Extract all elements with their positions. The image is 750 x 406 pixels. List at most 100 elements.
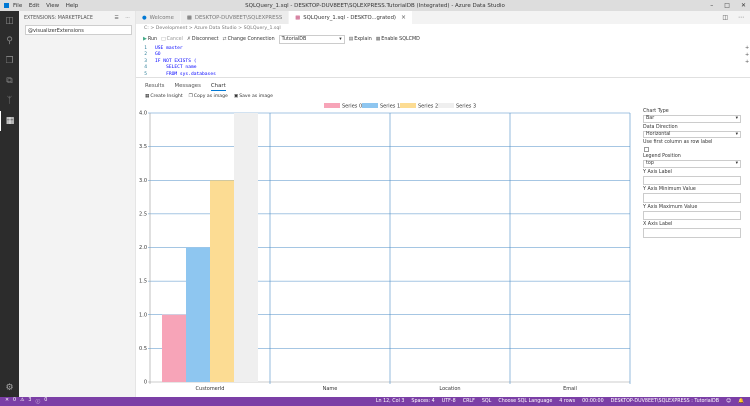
x-axis-label-input[interactable] (643, 228, 741, 238)
y-axis-label-input[interactable] (643, 175, 741, 185)
encoding[interactable]: UTF-8 (442, 399, 456, 404)
chevron-down-icon: ▾ (735, 161, 738, 167)
create-insight-button[interactable]: ▦ Create Insight (145, 94, 183, 99)
results-tabs: Results Messages Chart (136, 81, 750, 91)
code-text: FROM sys.databases (155, 71, 216, 77)
filter-list-icon[interactable]: ☰ (114, 16, 118, 21)
more-actions-icon[interactable]: ⋯ (125, 16, 130, 21)
close-icon[interactable]: ✕ (741, 2, 746, 9)
data-direction-select[interactable]: Horizontal ▾ (643, 130, 741, 138)
notifications-icon[interactable]: 🔔 (738, 399, 744, 404)
bar (162, 314, 186, 382)
language-mode[interactable]: SQL (482, 399, 492, 404)
y-tick-label: 3.5 (139, 144, 147, 150)
bar-chart: 0 0.5 1.0 1.5 2.0 2.5 3.0 3.5 4.0 CustomerId Name L… (139, 103, 631, 392)
legend-position-label: Legend Position (643, 154, 681, 159)
extensions-sidebar: EXTENSIONS: MARKETPLACE ☰ ⋯ @visualizerE… (19, 11, 136, 397)
feedback-icon[interactable]: ☺ (726, 399, 731, 404)
tab-close-icon[interactable]: × (401, 14, 406, 21)
first-column-checkbox[interactable] (644, 147, 649, 152)
menu-edit[interactable]: Edit (29, 3, 40, 9)
editor-actions: ◫ ⋯ (722, 11, 744, 24)
legend-swatch (400, 103, 416, 108)
save-as-image-button[interactable]: ▣ Save as image (234, 94, 273, 99)
menu-help[interactable]: Help (66, 3, 79, 9)
code-text: GO (155, 52, 161, 58)
query-toolbar: ▶ Run □ Cancel ✗ Disconnect ⇄ Change Connect… (136, 33, 750, 45)
sqlcmd-icon: ▦ (375, 36, 381, 42)
create-insight-label: Create Insight (150, 94, 183, 99)
run-label: Run (147, 36, 158, 42)
overview-ruler: + + + (745, 45, 749, 66)
enable-sqlcmd-button[interactable]: ▦ Enable SQLCMD (376, 37, 420, 42)
line-number: 1 (144, 45, 147, 51)
explain-label: Explain (354, 36, 372, 42)
chevron-down-icon: ▾ (339, 36, 342, 42)
explorer-icon[interactable]: ❐ (0, 51, 19, 71)
more-actions-icon[interactable]: ⋯ (738, 14, 744, 21)
x-tick-label: CustomerId (196, 386, 225, 392)
tab-chart[interactable]: Chart (210, 81, 226, 91)
tab-label: DESKTOP-DUV8EET\SQLEXPRESS (194, 14, 283, 21)
code-editor[interactable]: 1 USE master 2 GO 3 IF NOT EXISTS ( 4 SELEC… (136, 45, 750, 77)
menu-bar: File Edit View Help (13, 3, 83, 9)
legend-position-select[interactable]: top ▾ (643, 160, 741, 168)
cancel-label: Cancel (166, 36, 183, 42)
tab-sqlquery[interactable]: ▩ SQLQuery_1.sql - DESKTO...grated) × (289, 11, 414, 24)
breadcrumb[interactable]: C: > Development > Azure Data Studio > S… (136, 24, 750, 33)
extensions-icon[interactable]: ▦ (0, 111, 19, 131)
source-control-icon[interactable]: ᛉ (0, 91, 19, 111)
chart-options-panel: Chart Type Bar ▾ Data Direction Horizonta… (643, 108, 741, 239)
tab-welcome[interactable]: ● Welcome (136, 11, 181, 24)
app-logo-icon (4, 3, 9, 8)
tab-messages[interactable]: Messages (174, 81, 200, 91)
status-bar: ✕ 0 ⚠ 3 ⓘ 0 Ln 12, Col 3 Spaces: 4 UTF-8 CR… (0, 397, 750, 406)
disconnect-label: Disconnect (191, 36, 219, 42)
sql-file-icon: ▩ (295, 14, 301, 21)
servers-icon[interactable]: ◫ (0, 11, 19, 31)
settings-gear-icon[interactable]: ⚙ (0, 383, 19, 393)
sqlcmd-label: Enable SQLCMD (381, 36, 420, 42)
explain-icon: ▤ (348, 36, 354, 42)
menu-file[interactable]: File (13, 3, 22, 9)
run-button[interactable]: ▶ Run (143, 36, 157, 42)
window-controls: – □ ✕ (710, 0, 746, 11)
copy-as-image-button[interactable]: ❐ Copy as image (189, 94, 228, 99)
chart-type-select[interactable]: Bar ▾ (643, 115, 741, 123)
explain-button[interactable]: ▤ Explain (349, 37, 372, 42)
copy-icon: ❐ (188, 94, 193, 99)
problems-indicator[interactable]: ✕ 0 ⚠ 3 ⓘ 0 (0, 398, 47, 405)
tab-label: SQLQuery_1.sql - DESKTO...grated) (303, 14, 396, 21)
extensions-search-input[interactable]: @visualizerExtensions (25, 25, 132, 35)
split-editor-icon[interactable]: ◫ (722, 14, 728, 21)
sql-language-flavor[interactable]: Choose SQL Language (498, 399, 552, 404)
end-of-line[interactable]: CRLF (463, 399, 475, 404)
maximize-icon[interactable]: □ (724, 2, 730, 9)
error-icon: ✕ (5, 398, 10, 403)
status-right: Ln 12, Col 3 Spaces: 4 UTF-8 CRLF SQL Ch… (376, 397, 744, 406)
y-max-label: Y Axis Maximum Value (643, 204, 698, 210)
cancel-button[interactable]: □ Cancel (161, 37, 183, 42)
change-connection-label: Change Connection (227, 36, 275, 42)
tab-server[interactable]: ▩ DESKTOP-DUV8EET\SQLEXPRESS (180, 11, 290, 24)
change-connection-button[interactable]: ⇄ Change Connection (223, 37, 275, 42)
disconnect-button[interactable]: ✗ Disconnect (187, 37, 219, 42)
search-icon[interactable]: ⚲ (0, 31, 19, 51)
database-select[interactable]: TutorialDB ▾ (278, 34, 345, 44)
files-icon[interactable]: ⧉ (0, 71, 19, 91)
tab-results[interactable]: Results (145, 81, 164, 91)
indentation[interactable]: Spaces: 4 (411, 399, 434, 404)
legend-label: Series 1 (380, 103, 400, 109)
minimize-icon[interactable]: – (710, 2, 713, 9)
results-splitter[interactable] (136, 77, 750, 78)
y-tick-label: 1.0 (139, 312, 147, 318)
y-max-input[interactable] (643, 210, 741, 220)
legend-swatch (362, 103, 378, 108)
chevron-down-icon: ▾ (735, 131, 738, 137)
menu-view[interactable]: View (46, 3, 59, 9)
legend-label: Series 0 (342, 103, 362, 109)
y-min-input[interactable] (643, 193, 741, 203)
connection-info[interactable]: DESKTOP-DUV8EET\SQLEXPRESS : TutorialDB (611, 399, 719, 404)
line-number: 5 (144, 71, 147, 77)
cursor-position[interactable]: Ln 12, Col 3 (376, 399, 405, 404)
